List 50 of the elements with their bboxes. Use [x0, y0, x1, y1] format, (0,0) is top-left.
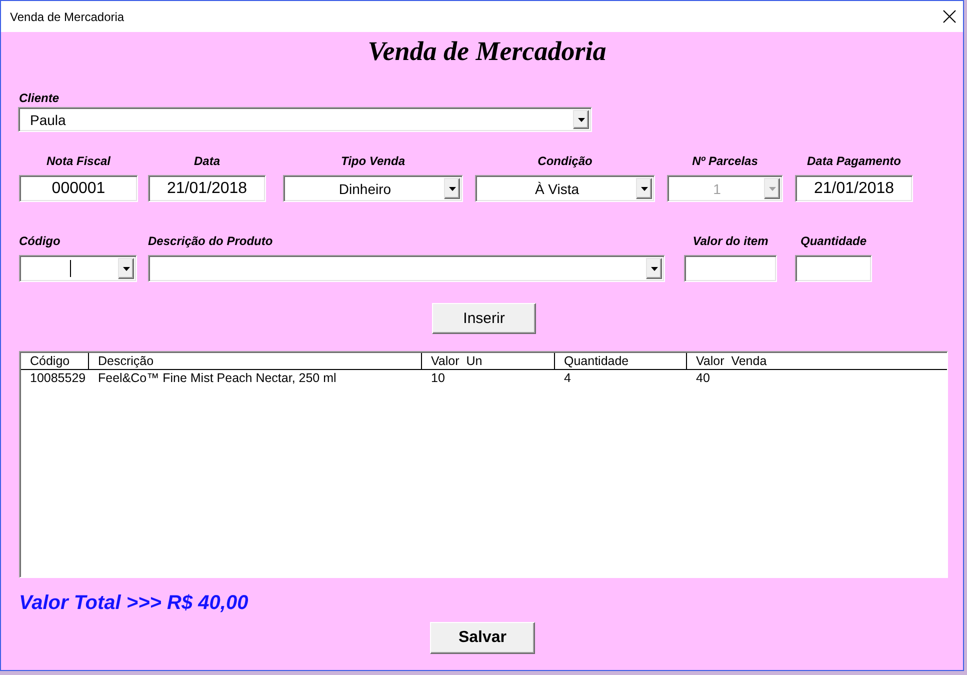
column-header[interactable]: Quantidade: [555, 353, 687, 369]
dropdown-button[interactable]: [444, 178, 460, 199]
field-label: Nota Fiscal: [46, 154, 111, 169]
combo-box[interactable]: Dinheiro: [283, 175, 463, 202]
combo-box[interactable]: [19, 255, 137, 282]
total-label: Valor Total >>> R$ 40,00: [19, 591, 248, 615]
text-field[interactable]: [684, 255, 777, 282]
text-field[interactable]: 000001: [19, 175, 138, 202]
window-title: Venda de Mercadoria: [10, 10, 124, 24]
caret-icon: [650, 266, 658, 270]
table-cell-text: 10: [430, 370, 446, 386]
combo-box[interactable]: À Vista: [475, 175, 655, 202]
combo-box[interactable]: [148, 255, 665, 282]
dropdown-button[interactable]: [646, 258, 662, 279]
field-label: Data Pagamento: [806, 154, 902, 169]
column-header[interactable]: Valor Un: [422, 353, 555, 369]
table-cell-text: 40: [695, 370, 711, 386]
field-label: Valor do item: [692, 234, 768, 249]
table-cell-text: 4: [563, 370, 572, 386]
combo-box[interactable]: Paula: [18, 107, 592, 132]
insert-button[interactable]: Inserir: [432, 303, 536, 334]
field-label: Cliente: [19, 91, 60, 106]
form-heading: Venda de Mercadoria: [368, 36, 606, 66]
field-label: Data: [194, 154, 220, 169]
caret-icon: [640, 186, 648, 190]
column-header[interactable]: Valor Venda: [687, 353, 947, 369]
caret-icon: [768, 186, 776, 190]
close-button[interactable]: [943, 10, 956, 23]
close-icon: [943, 10, 956, 23]
column-header[interactable]: Descrição: [89, 353, 422, 369]
text-field[interactable]: 21/01/2018: [148, 175, 266, 202]
field-label: Tipo Venda: [340, 154, 405, 169]
field-label: Código: [19, 234, 60, 249]
field-label: Nº Parcelas: [692, 154, 758, 169]
save-button[interactable]: Salvar: [430, 622, 535, 654]
column-header[interactable]: Código: [21, 353, 89, 369]
text-field[interactable]: [795, 255, 872, 282]
field-label: Quantidade: [800, 234, 866, 249]
table-cell-text: 10085529: [29, 370, 87, 386]
dropdown-button[interactable]: [573, 110, 589, 129]
dropdown-button[interactable]: [118, 258, 134, 279]
table-cell-text: Feel&Co™ Fine Mist Peach Nectar, 250 ml: [97, 370, 338, 386]
caret-icon: [448, 186, 456, 190]
items-list[interactable]: Código Descrição Valor Un Quantidade Valor Venda 10085529 Feel&Co™ Fine Mist Peach Nectar, 250 ml 10 4 40: [19, 351, 948, 578]
field-label: Descrição do Produto: [148, 234, 273, 249]
caret-icon: [122, 266, 130, 270]
dropdown-button[interactable]: [636, 178, 652, 199]
field-label: Condição: [538, 154, 592, 169]
caret-icon: [578, 118, 584, 122]
text-field[interactable]: 21/01/2018: [795, 175, 913, 202]
